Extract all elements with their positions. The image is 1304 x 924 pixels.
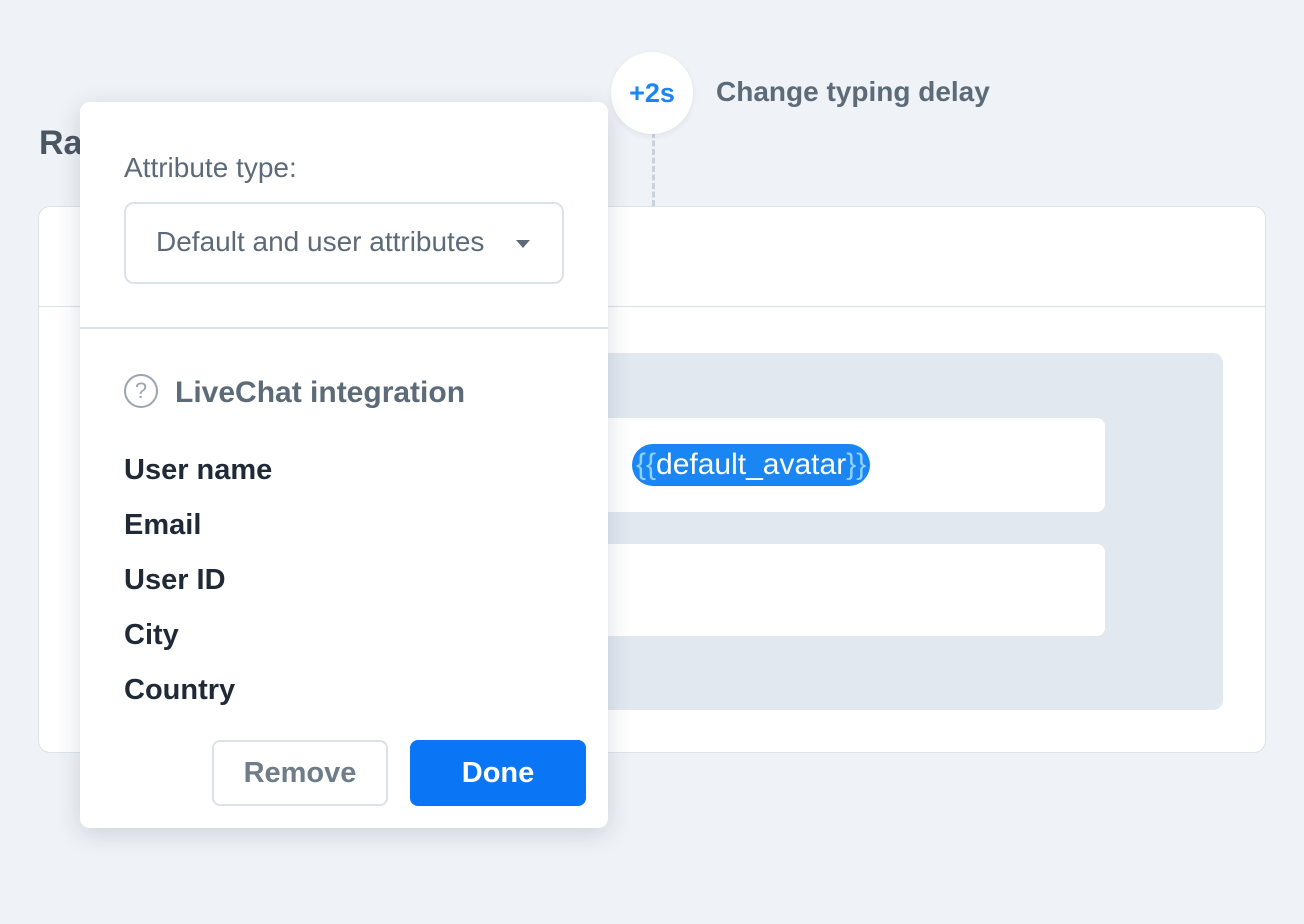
message-panel — [559, 353, 1223, 710]
attribute-popover: Attribute type: Default and user attribu… — [80, 102, 608, 828]
attribute-pill[interactable]: {{default_avatar}} — [632, 444, 871, 486]
attribute-type-label: Attribute type: — [124, 152, 297, 183]
help-circle-icon[interactable]: ? — [124, 374, 158, 408]
attribute-option-email[interactable]: Email — [124, 509, 272, 564]
attribute-type-value: Default and user attributes — [156, 226, 485, 257]
typing-delay-button[interactable]: +2s — [611, 52, 693, 134]
attribute-option-user-id[interactable]: User ID — [124, 564, 272, 619]
attribute-list: User name Email User ID City Country — [124, 454, 272, 729]
section-title: LiveChat integration — [175, 376, 466, 409]
attribute-option-country[interactable]: Country — [124, 674, 272, 729]
attribute-type-select[interactable]: Default and user attributes — [124, 202, 564, 284]
chevron-down-icon — [516, 240, 530, 248]
popover-divider — [80, 327, 608, 329]
remove-button[interactable]: Remove — [212, 740, 388, 806]
pill-open-brace: {{ — [636, 448, 657, 481]
attribute-option-city[interactable]: City — [124, 619, 272, 674]
attribute-option-user-name[interactable]: User name — [124, 454, 272, 509]
typing-delay-label: Change typing delay — [716, 76, 990, 107]
pill-close-brace: }} — [846, 448, 867, 481]
done-button[interactable]: Done — [410, 740, 586, 806]
pill-attribute-name: default_avatar — [656, 448, 847, 481]
delay-connector — [652, 132, 655, 206]
block-title-fragment: Ra — [39, 124, 83, 162]
